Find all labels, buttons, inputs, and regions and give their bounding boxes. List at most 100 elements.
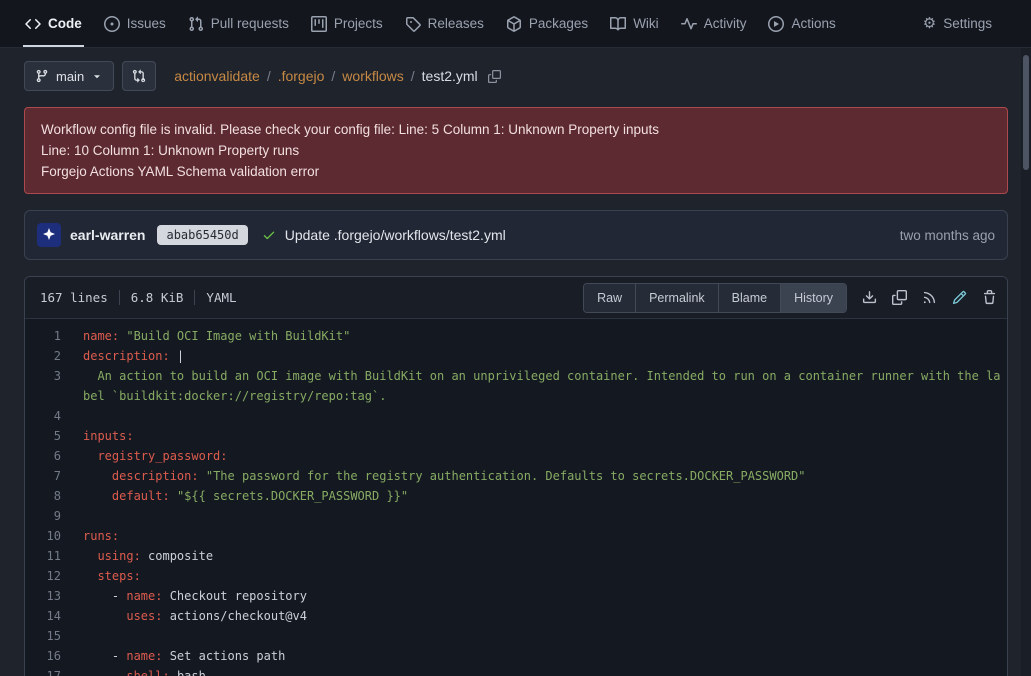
copy-icon xyxy=(488,70,501,83)
copy-path-button[interactable] xyxy=(488,70,501,83)
tab-label: Releases xyxy=(428,16,484,31)
settings-gear-icon: ⚙ xyxy=(923,16,936,31)
copy-content-button[interactable] xyxy=(892,290,907,305)
rss-feed-button[interactable] xyxy=(922,290,937,305)
projects-icon xyxy=(311,16,327,32)
line-number[interactable]: 5 xyxy=(25,426,61,446)
tab-actions[interactable]: Actions xyxy=(757,0,846,47)
code-line: 2description: | xyxy=(25,346,1007,366)
delete-button[interactable] xyxy=(982,290,997,305)
line-number[interactable]: 14 xyxy=(25,606,61,626)
tab-projects[interactable]: Projects xyxy=(300,0,394,47)
line-number[interactable]: 9 xyxy=(25,506,61,526)
code-line: 14 uses: actions/checkout@v4 xyxy=(25,606,1007,626)
line-number[interactable]: 2 xyxy=(25,346,61,366)
actions-icon xyxy=(768,16,784,32)
permalink-button[interactable]: Permalink xyxy=(635,284,718,312)
file-actions: Raw Permalink Blame History xyxy=(583,283,997,313)
code-text: - name: Set actions path xyxy=(61,646,1007,666)
file-size: 6.8 KiB xyxy=(131,290,184,305)
check-icon xyxy=(262,228,276,242)
rss-icon xyxy=(922,290,937,305)
commit-message-link[interactable]: Update .forgejo/workflows/test2.yml xyxy=(285,227,506,243)
commit-author-link[interactable]: earl-warren xyxy=(70,227,145,243)
tab-wiki[interactable]: Wiki xyxy=(599,0,670,47)
code-text: shell: bash xyxy=(61,666,1007,676)
code-line: 16 - name: Set actions path xyxy=(25,646,1007,666)
line-number[interactable]: 6 xyxy=(25,446,61,466)
chevron-down-icon xyxy=(91,70,103,82)
edit-button[interactable] xyxy=(952,290,967,305)
tab-code[interactable]: Code xyxy=(14,0,93,47)
code-line: 8 default: "${{ secrets.DOCKER_PASSWORD … xyxy=(25,486,1007,506)
code-text: registry_password: xyxy=(61,446,1007,466)
code-line: 1name: "Build OCI Image with BuildKit" xyxy=(25,326,1007,346)
code-text: default: "${{ secrets.DOCKER_PASSWORD }}… xyxy=(61,486,1007,506)
scrollbar xyxy=(1021,48,1031,676)
code-text: using: composite xyxy=(61,546,1007,566)
file-language: YAML xyxy=(206,290,236,305)
tab-activity[interactable]: Activity xyxy=(670,0,758,47)
code-line: 15 xyxy=(25,626,1007,646)
history-button[interactable]: History xyxy=(780,284,846,312)
line-number[interactable]: 4 xyxy=(25,406,61,426)
breadcrumb-separator: / xyxy=(331,68,335,84)
raw-button[interactable]: Raw xyxy=(584,284,635,312)
code-text: uses: actions/checkout@v4 xyxy=(61,606,1007,626)
line-number[interactable]: 7 xyxy=(25,466,61,486)
code-text xyxy=(61,626,1007,646)
code-text: An action to build an OCI image with Bui… xyxy=(61,366,1007,406)
line-number[interactable]: 17 xyxy=(25,666,61,676)
line-number[interactable]: 1 xyxy=(25,326,61,346)
download-button[interactable] xyxy=(862,290,877,305)
breadcrumb: actionvalidate / .forgejo / workflows / … xyxy=(174,68,500,84)
breadcrumb-current-file: test2.yml xyxy=(422,68,478,84)
commit-sha-badge[interactable]: abab65450d xyxy=(157,225,247,245)
code-line: 13 - name: Checkout repository xyxy=(25,586,1007,606)
breadcrumb-folder-link[interactable]: .forgejo xyxy=(278,68,325,84)
tab-label: Activity xyxy=(704,16,747,31)
tab-label: Actions xyxy=(791,16,835,31)
scrollbar-thumb[interactable] xyxy=(1023,55,1029,170)
branch-selector[interactable]: main xyxy=(24,61,114,91)
line-number[interactable]: 15 xyxy=(25,626,61,646)
compare-button[interactable] xyxy=(122,61,156,91)
blame-button[interactable]: Blame xyxy=(718,284,780,312)
copy-icon xyxy=(892,290,907,305)
branch-bar: main actionvalidate / .forgejo / workflo… xyxy=(24,61,1008,91)
commit-time: two months ago xyxy=(900,228,995,243)
trash-icon xyxy=(982,290,997,305)
file-line-count: 167 lines xyxy=(40,290,108,305)
error-line: Line: 10 Column 1: Unknown Property runs xyxy=(41,140,991,161)
line-number[interactable]: 11 xyxy=(25,546,61,566)
tab-label: Packages xyxy=(529,16,588,31)
code-line: 11 using: composite xyxy=(25,546,1007,566)
avatar[interactable] xyxy=(37,223,61,247)
tab-pull-requests[interactable]: Pull requests xyxy=(177,0,300,47)
pull-requests-icon xyxy=(188,16,204,32)
tab-label: Wiki xyxy=(633,16,659,31)
code-line: 5inputs: xyxy=(25,426,1007,446)
breadcrumb-repo-link[interactable]: actionvalidate xyxy=(174,68,260,84)
line-number[interactable]: 8 xyxy=(25,486,61,506)
tab-issues[interactable]: Issues xyxy=(93,0,177,47)
tab-label: Projects xyxy=(334,16,383,31)
line-number[interactable]: 13 xyxy=(25,586,61,606)
line-number[interactable]: 3 xyxy=(25,366,61,406)
tab-label: Settings xyxy=(943,16,992,31)
line-number[interactable]: 16 xyxy=(25,646,61,666)
nav-spacer xyxy=(847,0,912,47)
code-line: 17 shell: bash xyxy=(25,666,1007,676)
breadcrumb-folder-link[interactable]: workflows xyxy=(342,68,403,84)
file-view: 167 lines 6.8 KiB YAML Raw Permalink Bla… xyxy=(24,276,1008,676)
line-number[interactable]: 10 xyxy=(25,526,61,546)
tab-releases[interactable]: Releases xyxy=(394,0,495,47)
line-number[interactable]: 12 xyxy=(25,566,61,586)
code-text: steps: xyxy=(61,566,1007,586)
pencil-icon xyxy=(952,290,967,305)
code-text: description: | xyxy=(61,346,1007,366)
error-line: Forgejo Actions YAML Schema validation e… xyxy=(41,161,991,182)
branch-icon xyxy=(35,69,49,83)
tab-settings[interactable]: ⚙ Settings xyxy=(912,0,1003,47)
tab-packages[interactable]: Packages xyxy=(495,0,599,47)
